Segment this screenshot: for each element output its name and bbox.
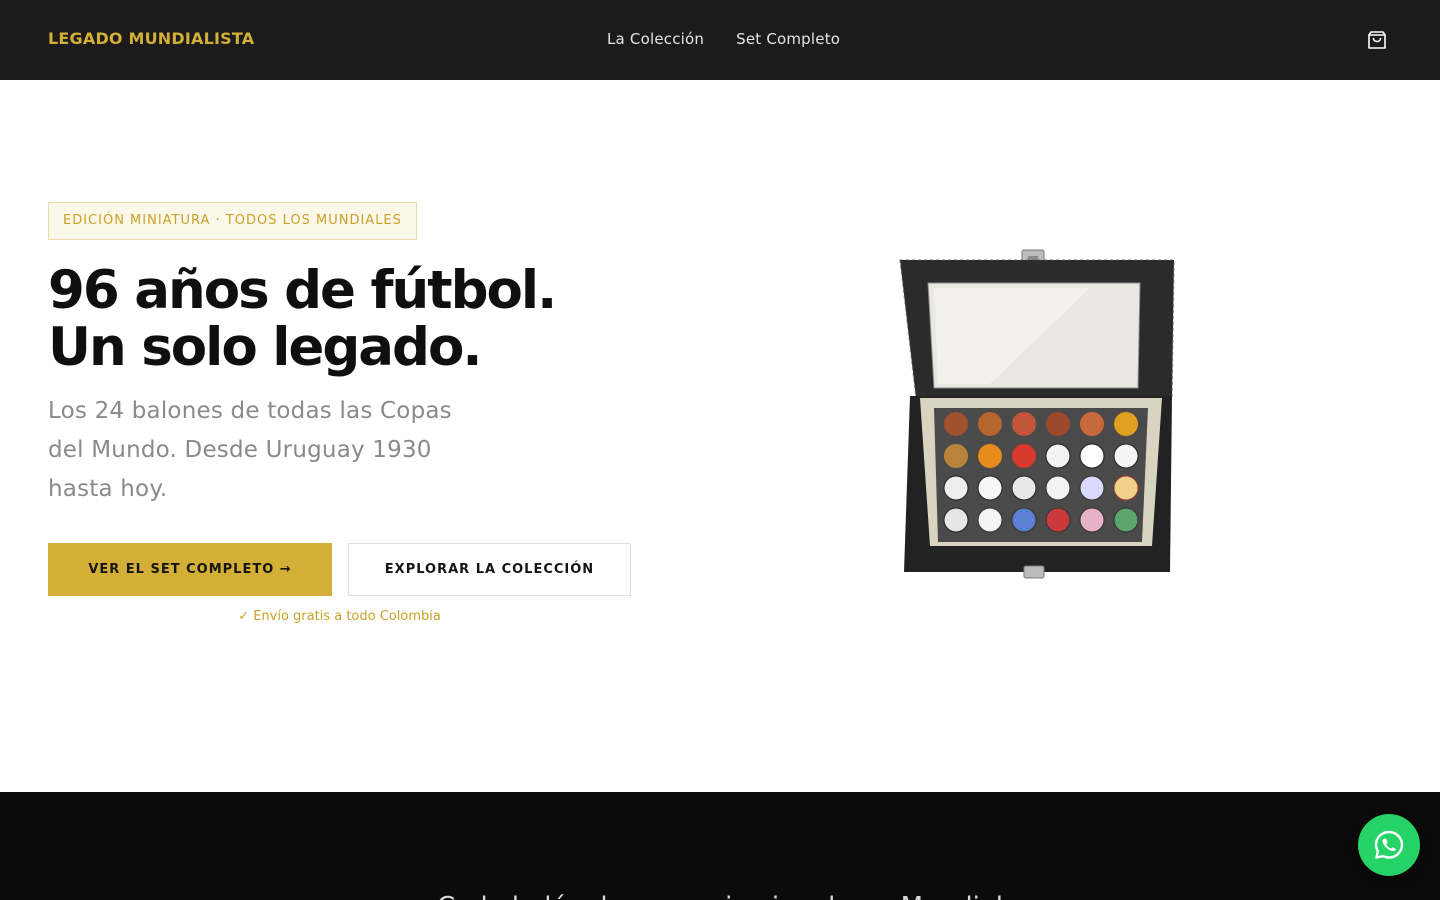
hero-headline: 96 años de fútbol. Un solo legado. (48, 262, 648, 376)
whatsapp-icon (1374, 830, 1404, 859)
story-band: Cada balón, la memoria viva de un Mundia… (0, 792, 1440, 900)
explore-collection-button[interactable]: EXPLORAR LA COLECCIÓN (348, 543, 631, 596)
band-heading: Cada balón, la memoria viva de un Mundia… (0, 892, 1440, 900)
hero-subtitle: Los 24 balones de todas las Copas del Mu… (48, 398, 452, 502)
nav-link-coleccion[interactable]: La Colección (607, 30, 704, 48)
cart-button[interactable] (1365, 28, 1389, 52)
shopping-bag-icon (1368, 31, 1386, 49)
edition-badge: EDICIÓN MINIATURA · TODOS LOS MUNDIALES (48, 202, 417, 240)
brand-logo[interactable]: LEGADO MUNDIALISTA (48, 29, 254, 48)
nav-link-set-completo[interactable]: Set Completo (736, 30, 840, 48)
view-full-set-button[interactable]: VER EL SET COMPLETO → (48, 543, 332, 596)
headline-line-2: Un solo legado. (48, 317, 483, 378)
display-case-image (899, 249, 1175, 579)
hero-section: EDICIÓN MINIATURA · TODOS LOS MUNDIALES … (0, 80, 1440, 792)
site-header: LEGADO MUNDIALISTA La Colección Set Comp… (0, 0, 1440, 80)
main-nav: La Colección Set Completo (607, 30, 840, 48)
whatsapp-button[interactable] (1358, 814, 1420, 876)
headline-line-1: 96 años de fútbol. (48, 260, 557, 321)
free-shipping-note: ✓ Envío gratis a todo Colombia (238, 609, 441, 624)
